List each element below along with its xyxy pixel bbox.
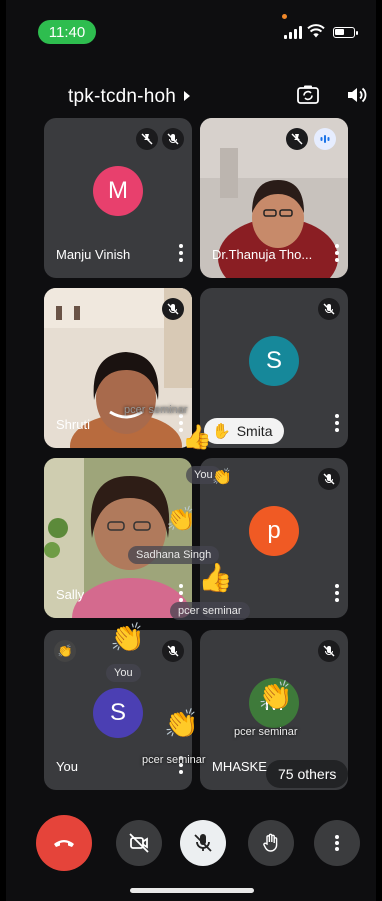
reaction-sender-label: pcer seminar bbox=[170, 602, 250, 620]
battery-icon bbox=[333, 27, 358, 38]
clapping-reaction-icon: 👏 bbox=[212, 469, 232, 486]
more-vert-icon bbox=[335, 835, 339, 851]
camera-off-icon bbox=[129, 833, 149, 853]
clapping-reaction-icon: 👏 bbox=[258, 680, 293, 711]
chevron-right-icon[interactable] bbox=[184, 91, 190, 101]
clock-time: 11:40 bbox=[48, 23, 86, 41]
participant-tile-thanuja[interactable]: Dr.Thanuja Tho... bbox=[200, 118, 348, 278]
meeting-header: tpk-tcdn-hoh bbox=[6, 78, 376, 114]
home-indicator[interactable] bbox=[130, 888, 254, 893]
clapping-hands-icon: 👏 bbox=[54, 640, 76, 662]
pin-off-icon bbox=[136, 128, 158, 150]
participant-name: Shruti bbox=[56, 417, 90, 432]
mic-toggle-button[interactable] bbox=[180, 820, 226, 866]
participant-name: Manju Vinish bbox=[56, 247, 131, 262]
raise-hand-icon bbox=[263, 833, 278, 852]
switch-camera-icon[interactable] bbox=[295, 82, 321, 108]
speaker-icon[interactable] bbox=[344, 82, 370, 108]
phone-hangup-icon bbox=[54, 840, 74, 847]
participant-name: Sally bbox=[56, 587, 85, 602]
pin-off-icon bbox=[286, 128, 308, 150]
phone-screen: 11:40 tpk-tcdn-hoh M Manju Vinish Dr.Tha… bbox=[6, 0, 376, 901]
raised-hand-chip[interactable]: ✋ Smita bbox=[204, 418, 285, 444]
others-count: 75 others bbox=[278, 766, 337, 782]
more-vert-icon[interactable] bbox=[178, 244, 184, 262]
avatar-letter: M bbox=[108, 177, 128, 204]
mic-off-icon bbox=[162, 640, 184, 662]
reaction-sender-label: pcer seminar bbox=[234, 726, 298, 738]
meeting-code[interactable]: tpk-tcdn-hoh bbox=[68, 86, 176, 108]
cellular-signal-icon bbox=[284, 25, 302, 39]
mic-off-icon bbox=[162, 298, 184, 320]
raise-hand-button[interactable] bbox=[248, 820, 294, 866]
more-vert-icon[interactable] bbox=[178, 584, 184, 602]
avatar-letter: S bbox=[265, 347, 282, 374]
speaking-indicator-icon bbox=[314, 128, 336, 150]
mic-off-icon bbox=[318, 468, 340, 490]
more-vert-icon[interactable] bbox=[334, 584, 340, 602]
avatar: S bbox=[249, 336, 299, 386]
raised-hand-icon: ✋ bbox=[212, 423, 231, 440]
more-vert-icon[interactable] bbox=[334, 414, 340, 432]
reaction-you-label: You bbox=[106, 664, 141, 682]
more-options-button[interactable] bbox=[314, 820, 360, 866]
mic-off-icon bbox=[194, 834, 212, 852]
end-call-button[interactable] bbox=[36, 815, 92, 871]
participant-tile-shruti[interactable]: Shruti bbox=[44, 288, 192, 448]
camera-toggle-button[interactable] bbox=[116, 820, 162, 866]
others-count-badge[interactable]: 75 others bbox=[266, 760, 349, 788]
avatar: S bbox=[93, 688, 143, 738]
thumbs-up-reaction-icon: 👍 bbox=[182, 424, 212, 451]
participant-name: MHASKE bbox=[212, 759, 267, 774]
wifi-icon bbox=[307, 24, 325, 38]
participant-name: Dr.Thanuja Tho... bbox=[212, 247, 313, 262]
more-vert-icon[interactable] bbox=[334, 244, 340, 262]
participant-tile-sally[interactable]: Sally bbox=[44, 458, 192, 618]
thumbs-up-reaction-icon: 👍 bbox=[198, 562, 233, 593]
status-bar: 11:40 bbox=[6, 0, 376, 62]
reaction-sender-label: pcer seminar bbox=[142, 754, 206, 766]
mic-off-icon bbox=[162, 128, 184, 150]
avatar-letter: S bbox=[109, 699, 126, 726]
clock-pill: 11:40 bbox=[38, 20, 96, 44]
clapping-reaction-icon: 👏 bbox=[164, 708, 199, 739]
mic-off-icon bbox=[318, 298, 340, 320]
reaction-sender-label: pcer seminar bbox=[124, 404, 188, 416]
participant-tile-manju[interactable]: M Manju Vinish bbox=[44, 118, 192, 278]
avatar-letter: p bbox=[267, 517, 281, 544]
raised-hand-name: Smita bbox=[236, 423, 273, 439]
clapping-reaction-icon: 👏 bbox=[110, 622, 145, 653]
avatar: M bbox=[93, 166, 143, 216]
mic-in-use-dot bbox=[282, 14, 287, 19]
clapping-reaction-icon: 👏 bbox=[166, 506, 196, 533]
avatar: p bbox=[249, 506, 299, 556]
mic-off-icon bbox=[318, 640, 340, 662]
participant-name: You bbox=[56, 759, 78, 774]
